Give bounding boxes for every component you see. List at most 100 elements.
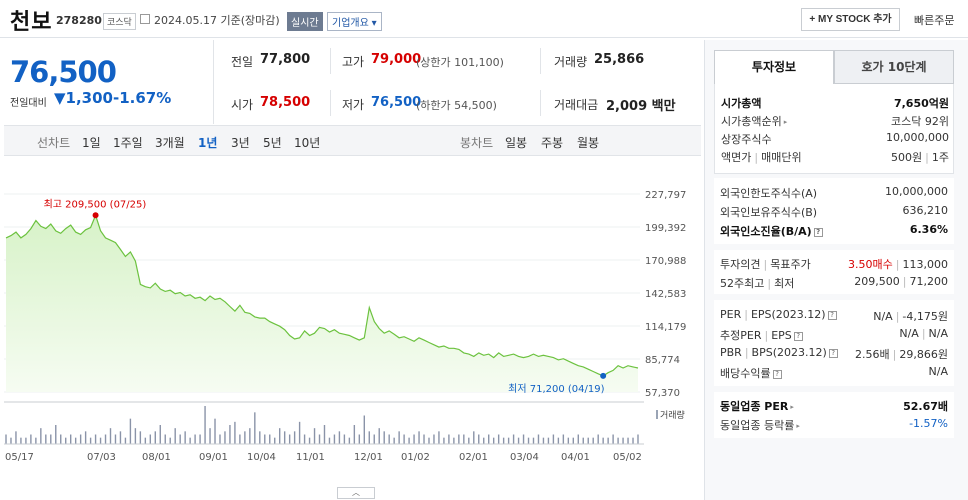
info-section-opinion: 투자의견 | 목표주가 3.50매수 | 113,000 52주최고 | 최저 209,500 |… <box>714 250 954 294</box>
volume-bar <box>423 434 425 444</box>
separator: | <box>892 348 897 361</box>
rank-value: 코스닥 92위 <box>891 115 949 128</box>
period-1y[interactable]: 1년 <box>198 134 217 151</box>
low-point-marker <box>600 372 607 379</box>
volume-bar <box>488 434 490 444</box>
volume-bar <box>214 418 216 444</box>
amount-label: 거래대금 <box>554 98 599 112</box>
x-tick-label: 09/01 <box>199 452 228 463</box>
separator: | <box>925 151 929 164</box>
candle-weekly[interactable]: 주봉 <box>541 134 563 151</box>
volume-bar <box>219 434 221 444</box>
volume-bar <box>5 434 7 444</box>
upper-limit: (상한가 101,100) <box>416 56 504 69</box>
shares-value: 10,000,000 <box>886 131 949 144</box>
volume-bar <box>40 428 42 444</box>
period-1d[interactable]: 1일 <box>82 134 101 151</box>
candle-monthly[interactable]: 월봉 <box>577 134 599 151</box>
volume-bar <box>279 428 281 444</box>
period-5y[interactable]: 5년 <box>263 134 282 151</box>
chevron-up-icon: ︿ <box>352 488 360 497</box>
prev-value: 77,800 <box>260 52 311 67</box>
quick-order-link[interactable]: 빠른주문 <box>914 12 954 28</box>
volume-bar <box>308 437 311 444</box>
divider <box>540 48 541 74</box>
volume-bar <box>582 437 584 444</box>
volume-bar <box>453 437 455 444</box>
separator: | <box>921 327 926 340</box>
dividend-value: N/A <box>928 365 948 378</box>
volume-bar <box>632 437 634 444</box>
volume-bar <box>328 437 331 444</box>
high-label: 고가 <box>342 55 365 69</box>
help-icon[interactable]: ? <box>793 331 803 341</box>
separator: | <box>754 151 759 164</box>
chevron-right-icon: ▸ <box>790 403 794 411</box>
help-icon[interactable]: ? <box>827 310 837 320</box>
volume-bar <box>542 437 545 444</box>
high-annotation: 최고 209,500 (07/25) <box>44 198 147 210</box>
per-value: N/A <box>873 310 893 323</box>
x-tick-label: 08/01 <box>142 452 171 463</box>
foreign-ratio-label: 외국인소진율(B/A) <box>720 225 812 238</box>
industry-rate-label-wrap[interactable]: 동일업종 등락률 ▸ <box>720 417 800 433</box>
period-3y[interactable]: 3년 <box>231 134 250 151</box>
add-mystock-button[interactable]: + MY STOCK 추가 <box>801 8 900 31</box>
change-value: ▼1,300 <box>54 89 113 107</box>
pbr-value: 2.56배 <box>855 348 890 361</box>
per-label: PER <box>720 308 742 321</box>
trade-unit-label: 매매단위 <box>761 151 802 164</box>
industry-per-value: 52.67배 <box>903 400 948 413</box>
candle-daily[interactable]: 일봉 <box>505 134 527 151</box>
separator: | <box>763 258 768 271</box>
amount-value: 2,009 백만 <box>606 99 676 114</box>
volume-bar <box>577 434 579 444</box>
high-value: 79,000 <box>371 52 422 67</box>
divider <box>330 48 331 74</box>
volume-bar <box>388 434 390 444</box>
market-cap-value: 7,650억원 <box>893 97 949 110</box>
help-icon[interactable]: ? <box>828 348 838 358</box>
est-per-value: N/A <box>899 327 919 340</box>
volume-bar <box>84 431 87 444</box>
y-tick-label: 199,392 <box>645 223 686 234</box>
volume-bar <box>224 431 226 444</box>
volume-bar <box>408 437 410 444</box>
volume-bar <box>343 434 346 444</box>
period-1w[interactable]: 1주일 <box>113 134 143 151</box>
volume-bar <box>169 437 171 444</box>
rank-label-wrap[interactable]: 시가총액순위 ▸ <box>721 113 787 129</box>
foreign-hold-label: 외국인보유주식수(B) <box>720 206 818 219</box>
x-tick-label: 12/01 <box>354 452 383 463</box>
help-icon[interactable]: ? <box>772 369 782 379</box>
company-overview-button[interactable]: 기업개요 ▾ <box>327 12 382 31</box>
market-cap-label: 시가총액 <box>721 97 762 110</box>
volume-bar <box>567 437 570 444</box>
volume-bar <box>303 434 306 444</box>
expand-chart-button[interactable]: ︿ <box>337 487 375 499</box>
volume-bar <box>622 437 624 444</box>
help-icon[interactable]: ? <box>813 227 823 237</box>
period-3m[interactable]: 3개월 <box>155 134 185 151</box>
separator: | <box>744 308 748 321</box>
volume-bar <box>607 437 609 444</box>
realtime-button[interactable]: 실시간 <box>287 12 323 31</box>
volume-bar <box>502 437 505 444</box>
period-10y[interactable]: 10년 <box>294 134 320 151</box>
industry-per-label-wrap[interactable]: 동일업종 PER ▸ <box>720 398 794 414</box>
tab-orderbook[interactable]: 호가 10단계 <box>834 50 954 84</box>
volume-bar <box>507 437 510 444</box>
x-tick-label: 05/17 <box>5 452 34 463</box>
volume-bar <box>204 406 206 444</box>
volume-bar <box>65 437 67 444</box>
volume-bar <box>532 437 535 444</box>
volume-bar <box>89 437 92 444</box>
y-tick-label: 114,179 <box>645 322 686 333</box>
volume-bar <box>119 431 122 444</box>
tab-investment-info[interactable]: 투자정보 <box>714 50 834 84</box>
industry-rate-value: -1.57% <box>909 417 948 430</box>
info-section-foreign: 외국인한도주식수(A) 10,000,000 외국인보유주식수(B) 636,210… <box>714 178 954 244</box>
foreign-ratio-value: 6.36% <box>909 223 948 236</box>
separator: | <box>902 275 907 288</box>
volume-bar <box>358 434 361 444</box>
